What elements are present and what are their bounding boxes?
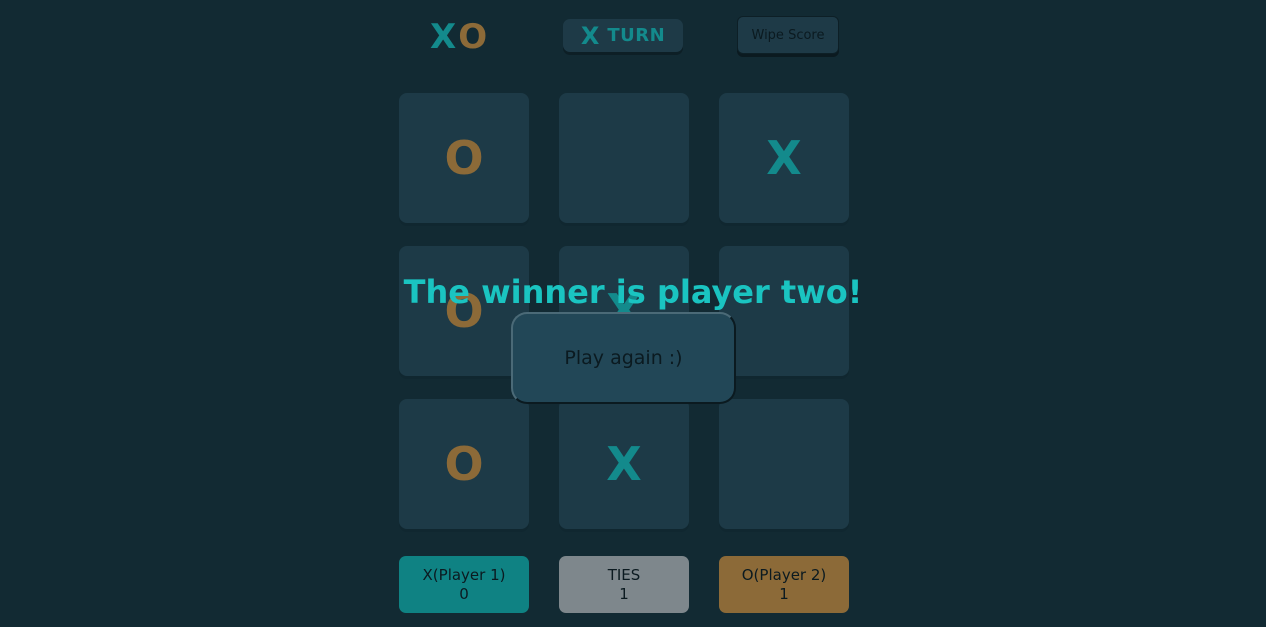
logo-o-mark: O (458, 17, 488, 57)
board-cell-3[interactable]: X (719, 93, 849, 223)
wipe-score-button[interactable]: Wipe Score (737, 16, 839, 54)
score-card-ties: TIES 1 (559, 556, 689, 613)
turn-label: TURN (607, 25, 666, 46)
score-label-ties: TIES (607, 565, 641, 584)
board-cell-6[interactable] (719, 246, 849, 376)
game-board: O X O X O X (399, 93, 849, 529)
score-value-ties: 1 (619, 584, 629, 603)
score-label-player-1: X(Player 1) (422, 565, 506, 584)
score-value-player-1: 0 (459, 584, 469, 603)
board-cell-9[interactable] (719, 399, 849, 529)
score-card-player-2: O(Player 2) 1 (719, 556, 849, 613)
board-cell-1[interactable]: O (399, 93, 529, 223)
logo-x-mark: X (430, 17, 457, 57)
board-cell-8[interactable]: X (559, 399, 689, 529)
scoreboard: X(Player 1) 0 TIES 1 O(Player 2) 1 (399, 556, 849, 613)
app-logo: X O (430, 20, 490, 54)
score-value-player-2: 1 (779, 584, 789, 603)
turn-indicator: X TURN (563, 19, 683, 52)
board-cell-7[interactable]: O (399, 399, 529, 529)
score-card-player-1: X(Player 1) 0 (399, 556, 529, 613)
board-cell-2[interactable] (559, 93, 689, 223)
turn-x-icon: X (580, 21, 600, 50)
board-cell-4[interactable]: O (399, 246, 529, 376)
score-label-player-2: O(Player 2) (741, 565, 827, 584)
play-again-button[interactable]: Play again :) (511, 312, 736, 404)
